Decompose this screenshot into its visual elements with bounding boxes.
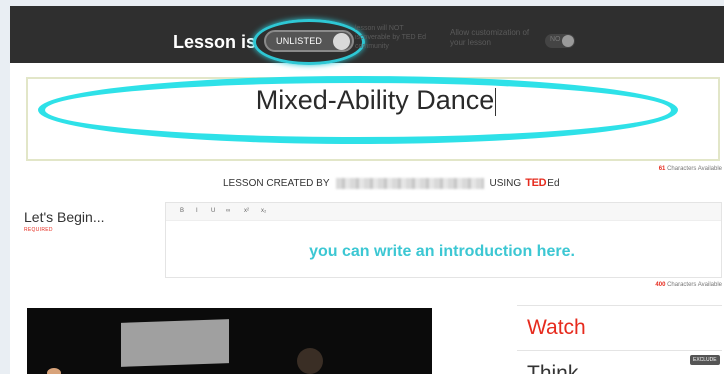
underline-button[interactable]: U bbox=[211, 208, 215, 214]
unlisted-toggle-label: UNLISTED bbox=[276, 36, 323, 46]
required-label: REQUIRED bbox=[24, 227, 53, 233]
superscript-button[interactable]: x² bbox=[244, 208, 249, 214]
lesson-settings-bar: Lesson is UNLISTED lesson will NOT iscov… bbox=[10, 6, 724, 65]
customization-label: Allow customization of your lesson bbox=[450, 28, 530, 47]
toggle-knob bbox=[333, 33, 350, 50]
introduction-editor[interactable]: B I U ∞ x² x₂ bbox=[165, 202, 722, 278]
link-button[interactable]: ∞ bbox=[226, 208, 230, 214]
dancer-figure bbox=[47, 368, 61, 374]
introduction-annotation: you can write an introduction here. bbox=[309, 243, 575, 260]
nav-think-label: Think bbox=[527, 362, 579, 374]
toggle-knob bbox=[562, 35, 574, 47]
italic-button[interactable]: I bbox=[196, 208, 198, 214]
lesson-title-text[interactable]: Mixed-Ability Dance bbox=[10, 85, 724, 116]
blurred-author-name bbox=[335, 177, 484, 189]
editor-toolbar: B I U ∞ x² x₂ bbox=[166, 203, 721, 221]
using-label: USING bbox=[489, 177, 522, 189]
text-caret bbox=[495, 87, 497, 116]
unlisted-toggle[interactable]: UNLISTED bbox=[264, 30, 354, 52]
lesson-title-value: Mixed-Ability Dance bbox=[255, 85, 495, 115]
lesson-is-label: Lesson is bbox=[173, 32, 257, 52]
customization-toggle-label: NO bbox=[550, 36, 561, 43]
title-chars-label: Characters Available bbox=[667, 166, 722, 172]
dancer-figure bbox=[297, 348, 323, 374]
nav-watch-label: Watch bbox=[527, 316, 586, 339]
title-chars-count: 61 bbox=[658, 166, 666, 172]
stage-screen bbox=[121, 319, 229, 367]
title-chars-available: 61 Characters Available bbox=[659, 166, 722, 172]
intro-chars-count: 400 bbox=[655, 282, 666, 288]
ted-logo: TED bbox=[525, 177, 547, 189]
intro-chars-label: Characters Available bbox=[667, 282, 722, 288]
ed-logo: Ed bbox=[547, 177, 560, 189]
unlisted-notice: lesson will NOT iscoverable by TED Ed co… bbox=[355, 25, 427, 50]
exclude-button[interactable]: EXCLUDE bbox=[690, 355, 720, 365]
nav-watch[interactable]: Watch bbox=[517, 305, 722, 351]
created-by-prefix: LESSON CREATED BY bbox=[223, 177, 330, 189]
lets-begin-heading: Let's Begin... bbox=[24, 209, 105, 225]
customization-toggle[interactable]: NO bbox=[545, 34, 575, 48]
lesson-editor-page: Lesson is UNLISTED lesson will NOT iscov… bbox=[10, 6, 724, 374]
bold-button[interactable]: B bbox=[180, 208, 184, 214]
lesson-video-thumbnail[interactable] bbox=[27, 308, 432, 374]
lesson-created-by: LESSON CREATED BY USING TED Ed bbox=[223, 177, 560, 189]
subscript-button[interactable]: x₂ bbox=[261, 208, 266, 214]
intro-chars-available: 400 Characters Available bbox=[655, 282, 722, 288]
